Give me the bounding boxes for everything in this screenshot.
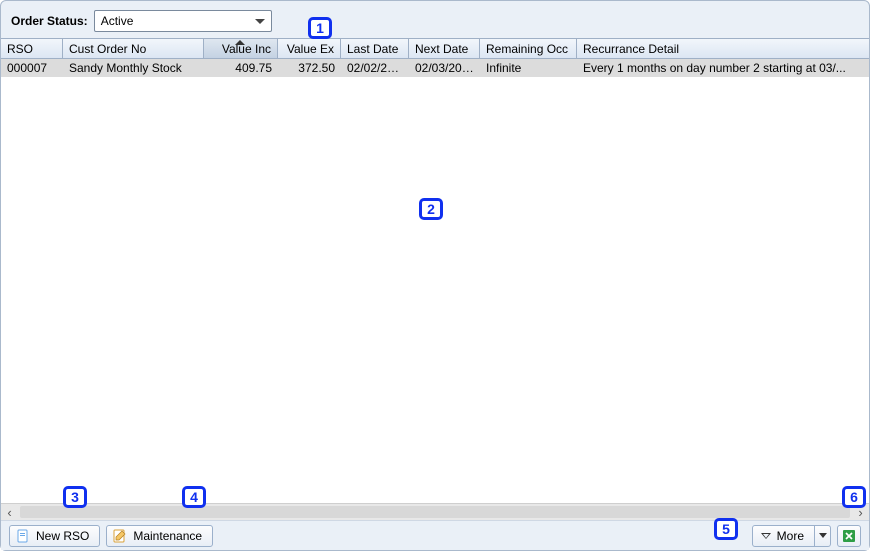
sort-asc-icon [235,40,245,45]
footer-toolbar: New RSO Maintenance More [1,520,869,550]
table-row[interactable]: 000007 Sandy Monthly Stock 409.75 372.50… [1,59,869,77]
cell-last-date: 02/02/2023 [341,60,409,76]
rso-grid: RSO Cust Order No Value Inc Value Ex Las… [1,38,869,520]
scroll-track[interactable] [20,506,850,518]
col-value-inc[interactable]: Value Inc [204,39,278,58]
chevron-down-icon [255,19,265,24]
cell-remaining-occ: Infinite [480,60,577,76]
new-rso-label: New RSO [36,529,89,543]
col-cust-order-no[interactable]: Cust Order No [63,39,204,58]
col-remaining-occ[interactable]: Remaining Occ [480,39,577,58]
edit-icon [113,529,127,543]
more-button[interactable]: More [752,525,831,547]
main-window: Order Status: Active RSO Cust Order No V… [0,0,870,551]
order-status-label: Order Status: [11,14,88,28]
horizontal-scrollbar[interactable]: ‹ › [1,503,869,520]
cell-cust-order-no: Sandy Monthly Stock [63,60,204,76]
callout-5: 5 [714,518,738,540]
grid-body: 000007 Sandy Monthly Stock 409.75 372.50… [1,59,869,503]
col-value-inc-label: Value Inc [222,42,271,56]
order-status-select[interactable]: Active [94,10,272,32]
callout-3: 3 [63,486,87,508]
maintenance-label: Maintenance [133,529,202,543]
cell-value-ex: 372.50 [278,60,341,76]
new-rso-button[interactable]: New RSO [9,525,100,547]
callout-1: 1 [308,17,332,39]
more-button-dropdown[interactable] [814,526,830,546]
col-value-ex[interactable]: Value Ex [278,39,341,58]
order-status-value: Active [101,14,255,28]
maintenance-button[interactable]: Maintenance [106,525,213,547]
triangle-down-icon [819,533,827,538]
callout-4: 4 [182,486,206,508]
export-excel-button[interactable] [837,525,861,547]
excel-icon [842,529,856,543]
col-rso[interactable]: RSO [1,39,63,58]
more-button-main[interactable]: More [753,526,814,546]
cell-rso: 000007 [1,60,63,76]
col-last-date[interactable]: Last Date [341,39,409,58]
filter-bar: Order Status: Active [1,1,869,38]
cell-next-date: 02/03/2023 [409,60,480,76]
document-new-icon [16,529,30,543]
callout-6: 6 [842,486,866,508]
more-label: More [777,529,804,543]
col-next-date[interactable]: Next Date [409,39,480,58]
cell-recurrance-detail: Every 1 months on day number 2 starting … [577,60,869,76]
chevron-down-outline-icon [761,533,771,539]
col-recurrance-detail[interactable]: Recurrance Detail [577,39,869,58]
grid-header: RSO Cust Order No Value Inc Value Ex Las… [1,39,869,59]
cell-value-inc: 409.75 [204,60,278,76]
scroll-left-icon[interactable]: ‹ [1,504,18,521]
callout-2: 2 [419,198,443,220]
